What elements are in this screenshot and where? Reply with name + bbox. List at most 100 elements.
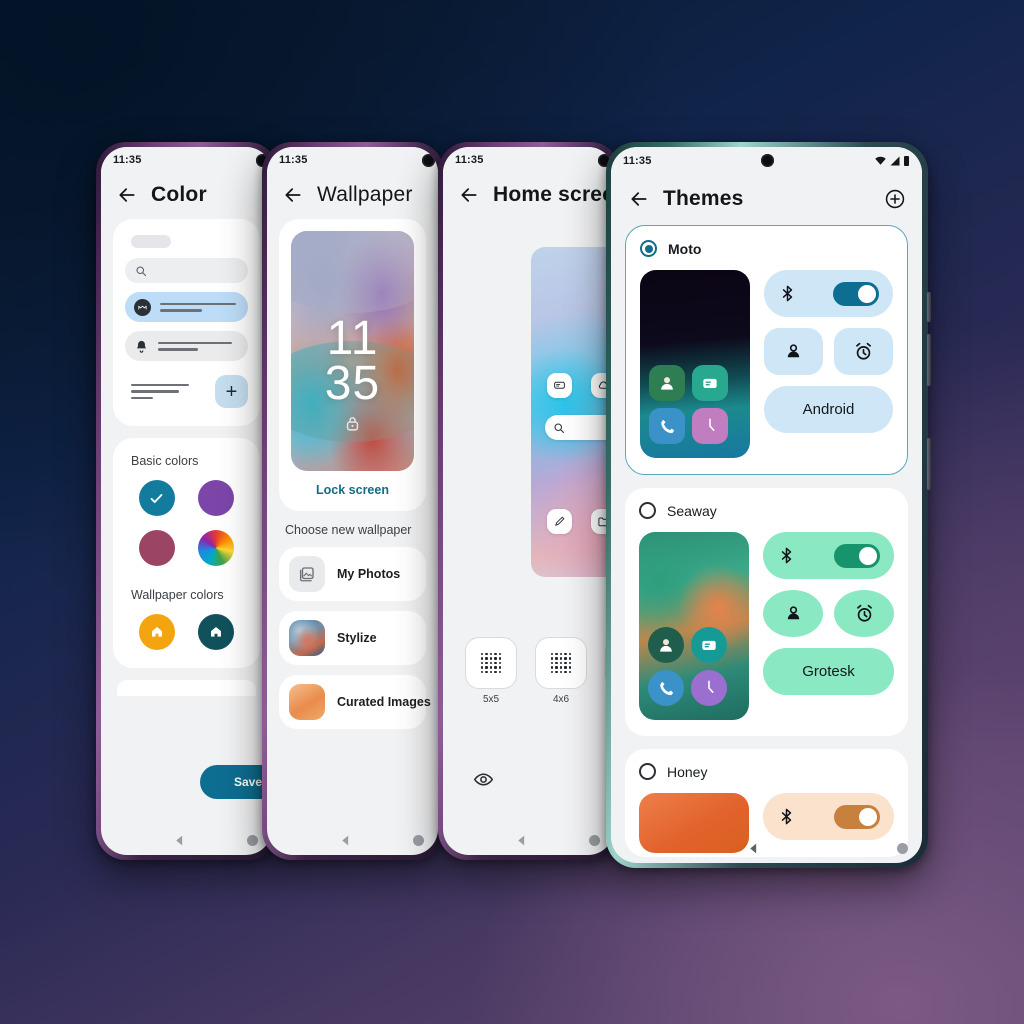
phone-icon [649, 408, 685, 444]
back-arrow-icon[interactable] [117, 185, 137, 205]
bluetooth-toggle[interactable] [833, 281, 879, 306]
eye-icon[interactable] [473, 769, 494, 795]
wallpaper-option-curated-images[interactable]: Curated Images [279, 675, 431, 729]
theme-card-moto[interactable]: Moto Android [625, 225, 908, 475]
phone-frame-color: 11:35 Color + Basic colors Wallpaper col… [96, 142, 281, 860]
theme-quick-tiles: Android [764, 270, 893, 458]
theme-radio[interactable] [639, 502, 656, 519]
page-title: Themes [663, 187, 744, 210]
camera-punch-hole [422, 154, 435, 167]
color-swatch-teal[interactable] [138, 480, 175, 516]
theme-header: Moto [640, 240, 893, 257]
motorola-logo-icon [134, 298, 151, 316]
theme-radio-selected[interactable] [640, 240, 657, 257]
font-tile[interactable]: Android [764, 386, 893, 433]
grid-option-4x6[interactable]: 4x6 [535, 637, 587, 705]
nav-home-dot-icon[interactable] [897, 842, 908, 854]
toggle-knob [859, 546, 877, 565]
theme-radio[interactable] [639, 763, 656, 780]
contacts-icon [648, 627, 684, 663]
status-clock: 11:35 [623, 155, 652, 167]
nav-back-triangle-icon[interactable] [748, 842, 761, 855]
nav-home-dot-icon[interactable] [413, 834, 424, 846]
bluetooth-tile[interactable] [764, 270, 893, 317]
basic-colors-grid [127, 480, 246, 566]
tile-pair [763, 590, 894, 637]
nav-back-triangle-icon[interactable] [339, 834, 352, 847]
status-bar: 11:35 [267, 147, 438, 173]
app-bar: Themes [611, 175, 922, 225]
status-clock: 11:35 [455, 154, 484, 166]
color-swatch-purple[interactable] [198, 480, 235, 516]
nav-back-triangle-icon[interactable] [173, 834, 186, 847]
theme-app-icons [648, 627, 727, 706]
wallpaper-swatch-amber[interactable] [138, 614, 175, 650]
alarm-tile[interactable] [834, 328, 893, 375]
choose-wallpaper-label: Choose new wallpaper [285, 523, 412, 537]
wallpaper-swatch-deep-teal[interactable] [198, 614, 235, 650]
curated-thumbnail-icon [289, 684, 325, 720]
lock-screen-clock: 11 35 [291, 315, 414, 407]
skeleton-text [160, 302, 236, 312]
nav-home-dot-icon[interactable] [247, 834, 258, 846]
screen-wallpaper: 11:35 Wallpaper 11 35 Lock screen Choose… [267, 147, 438, 855]
skeleton-text [125, 383, 205, 400]
preview-row-notification [125, 331, 248, 361]
alarm-clock-icon [856, 342, 871, 360]
theme-wallpaper-preview [639, 532, 749, 720]
phone-frame-home-screen: 11:35 Home screen 5x5 4x6 [438, 142, 623, 860]
wallpaper-option-label: My Photos [337, 567, 401, 581]
bluetooth-toggle[interactable] [834, 804, 880, 829]
bluetooth-tile[interactable] [763, 532, 894, 579]
nav-home-dot-icon[interactable] [589, 834, 600, 846]
theme-label: Moto [668, 240, 702, 257]
page-title: Color [151, 183, 207, 206]
person-icon [787, 344, 800, 358]
wallpaper-colors-grid [127, 614, 246, 650]
lock-screen-preview-card[interactable]: 11 35 Lock screen [279, 219, 426, 511]
phone-icon [648, 670, 684, 706]
nav-back-triangle-icon[interactable] [515, 834, 528, 847]
grid-option-5x5[interactable]: 5x5 [465, 637, 517, 705]
theme-app-icons [649, 365, 728, 444]
bluetooth-toggle[interactable] [834, 543, 880, 568]
home-screen-preview[interactable] [531, 247, 614, 577]
basic-colors-title: Basic colors [131, 454, 199, 468]
plus-circle-icon[interactable] [884, 188, 906, 210]
back-arrow-icon[interactable] [459, 185, 479, 205]
grid-preview-icon [535, 637, 587, 689]
add-button[interactable]: + [215, 375, 248, 408]
clock-icon [691, 670, 727, 706]
back-arrow-icon[interactable] [283, 185, 303, 205]
back-arrow-icon[interactable] [629, 189, 649, 209]
alarm-tile[interactable] [834, 590, 894, 637]
lock-screen-label[interactable]: Lock screen [291, 483, 414, 497]
person-icon [787, 606, 799, 620]
color-swatch-maroon[interactable] [138, 530, 175, 566]
status-bar: 11:35 [611, 147, 922, 175]
preview-row-motorola [125, 292, 248, 322]
clock-icon [692, 408, 728, 444]
wallpaper-option-my-photos[interactable]: My Photos [279, 547, 426, 601]
wallpaper-option-label: Curated Images [337, 695, 431, 709]
theme-card-seaway[interactable]: Seaway Grotesk [625, 488, 908, 736]
font-tile[interactable]: Grotesk [763, 648, 894, 695]
theme-label: Seaway [667, 502, 717, 519]
next-card-edge [117, 680, 256, 696]
contacts-tile[interactable] [764, 328, 823, 375]
skeleton-text [158, 341, 232, 351]
paint-icon [547, 509, 572, 534]
battery-icon [904, 156, 909, 166]
wallpaper-option-stylize[interactable]: Stylize [279, 611, 426, 665]
app-bar: Wallpaper [267, 173, 438, 219]
color-swatch-custom[interactable] [198, 530, 235, 566]
status-bar: 11:35 [101, 147, 272, 173]
messages-icon [691, 627, 727, 663]
status-clock: 11:35 [279, 154, 308, 166]
color-preview-card: + [113, 219, 260, 426]
app-bar: Home screen [443, 173, 614, 219]
camera-punch-hole [761, 154, 774, 167]
preview-search-row [125, 258, 248, 283]
contacts-tile[interactable] [763, 590, 823, 637]
search-bar[interactable] [545, 415, 614, 440]
